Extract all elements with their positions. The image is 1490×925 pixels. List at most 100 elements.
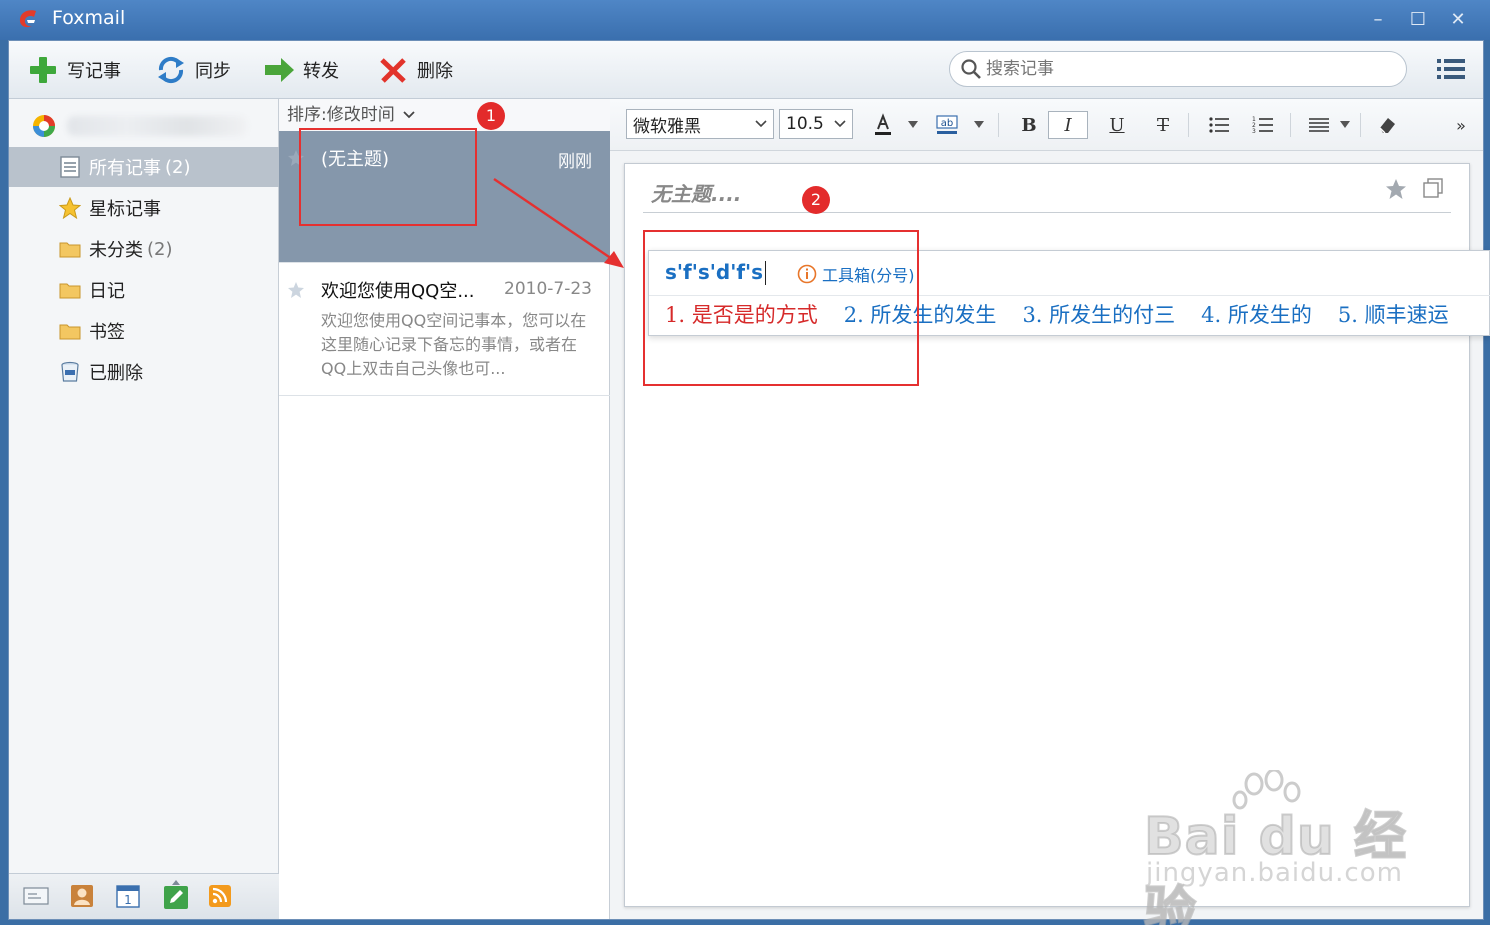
search-input[interactable] [986, 59, 1386, 79]
svg-text:3: 3 [1252, 128, 1256, 135]
font-size-select[interactable]: 10.5 [779, 109, 853, 139]
sidebar-item-starred[interactable]: 星标记事 [9, 188, 279, 228]
bullet-list-button[interactable] [1204, 111, 1234, 139]
align-button[interactable] [1304, 111, 1334, 139]
font-color-button[interactable] [868, 111, 898, 139]
sort-dropdown[interactable]: 排序:修改时间 [279, 99, 610, 131]
sync-icon [158, 56, 184, 84]
search-icon [961, 59, 981, 79]
subject-field[interactable]: 无主题.... [651, 178, 741, 207]
account-row[interactable] [31, 109, 271, 143]
sidebar-item-label: 书签 [89, 322, 125, 343]
qq-space-icon [33, 115, 55, 137]
search-box[interactable] [949, 51, 1407, 87]
close-button[interactable]: ✕ [1444, 8, 1472, 32]
ime-candidate[interactable]: 3. 所发生的付三 [1022, 299, 1175, 331]
note-preview: 欢迎您使用QQ空间记事本，您可以在这里随心记录下备忘的事情，或者在QQ上双击自己… [321, 311, 587, 378]
clear-format-button[interactable] [1372, 111, 1402, 139]
align-dropdown-icon[interactable] [1340, 121, 1350, 129]
note-date: 刚刚 [558, 152, 592, 172]
sidebar-item-count: (2) [165, 156, 191, 178]
chevron-down-icon [755, 120, 767, 128]
font-color-icon [875, 113, 891, 135]
window-title: Foxmail [52, 7, 126, 29]
toolbar-separator [998, 113, 999, 137]
sidebar-item-deleted[interactable]: 已删除 [9, 352, 279, 392]
delete-button[interactable]: 删除 [377, 53, 453, 87]
sync-button[interactable]: 同步 [155, 53, 231, 87]
highlight-icon: ab [936, 115, 958, 134]
svg-text:ab: ab [941, 118, 953, 129]
note-list-icon [60, 156, 80, 178]
star-icon [59, 197, 81, 219]
note-list-item[interactable]: 欢迎您使用QQ空... 2010-7-23 欢迎您使用QQ空间记事本，您可以在这… [279, 263, 610, 396]
annotation-box-1 [299, 128, 477, 226]
format-toolbar: 微软雅黑 10.5 ab B I U T 1 2 3 » [610, 99, 1483, 151]
folder-icon [59, 242, 81, 258]
maximize-button[interactable]: ☐ [1404, 8, 1432, 32]
star-icon[interactable] [1385, 178, 1407, 200]
strikethrough-button[interactable]: T [1148, 111, 1178, 139]
toolbar-separator [1360, 113, 1361, 137]
numbered-list-button[interactable]: 1 2 3 [1248, 111, 1278, 139]
foxmail-logo-icon [19, 10, 36, 28]
sidebar-item-label: 已删除 [89, 363, 143, 384]
menu-list-icon[interactable] [1437, 57, 1465, 81]
baidu-watermark: Bai du 经验 jingyan.baidu.com [1140, 770, 1420, 925]
rss-icon[interactable] [207, 884, 233, 908]
numbered-list-icon: 1 2 3 [1252, 116, 1273, 135]
chevron-down-icon [834, 120, 846, 128]
module-switcher: 1 [9, 873, 279, 919]
sidebar-item-uncategorized[interactable]: 未分类 (2) [9, 229, 279, 269]
highlight-color-button[interactable]: ab [932, 111, 962, 139]
compose-button[interactable]: 写记事 [27, 53, 121, 87]
mail-icon[interactable] [23, 884, 49, 908]
subject-divider [643, 212, 1451, 213]
more-tools-button[interactable]: » [1446, 111, 1476, 139]
title-bar: Foxmail – ☐ ✕ [0, 0, 1490, 40]
sidebar: 所有记事 (2) 星标记事 未分类 (2) 日记 书签 已删除 1 [9, 99, 279, 919]
annotation-box-2 [643, 230, 919, 386]
sort-label: 排序:修改时间 [287, 105, 395, 125]
forward-button[interactable]: 转发 [263, 53, 339, 87]
copy-window-icon[interactable] [1423, 178, 1443, 198]
sidebar-item-bookmarks[interactable]: 书签 [9, 311, 279, 351]
svg-text:1: 1 [124, 893, 132, 907]
ime-candidate[interactable]: 5. 顺丰速运 [1338, 299, 1449, 331]
sync-label: 同步 [195, 61, 231, 82]
ime-candidate[interactable]: 4. 所发生的 [1201, 299, 1312, 331]
watermark-url: jingyan.baidu.com [1146, 858, 1403, 888]
align-justify-icon [1309, 118, 1329, 132]
italic-button[interactable]: I [1048, 111, 1088, 139]
sidebar-item-label: 星标记事 [89, 199, 161, 220]
font-family-select[interactable]: 微软雅黑 [626, 109, 774, 139]
notes-icon[interactable] [161, 880, 191, 910]
annotation-badge-1: 1 [477, 102, 505, 130]
folder-icon [59, 283, 81, 299]
sidebar-item-diary[interactable]: 日记 [9, 270, 279, 310]
contacts-icon[interactable] [69, 884, 95, 908]
minimize-button[interactable]: – [1364, 8, 1392, 32]
font-size-value: 10.5 [786, 114, 824, 134]
sidebar-item-all-notes[interactable]: 所有记事 (2) [9, 147, 279, 187]
delete-x-icon [380, 58, 406, 83]
chevron-down-icon [403, 111, 415, 119]
trash-icon [61, 361, 79, 382]
toolbar-separator [1188, 113, 1189, 137]
annotation-badge-2: 2 [802, 186, 830, 214]
highlight-dropdown-icon[interactable] [974, 121, 984, 129]
plus-icon [30, 57, 56, 83]
sidebar-item-count: (2) [147, 238, 173, 260]
calendar-icon[interactable]: 1 [115, 884, 141, 908]
sidebar-item-label: 日记 [89, 281, 125, 302]
compose-label: 写记事 [67, 61, 121, 82]
account-name-blurred [67, 116, 247, 136]
bullet-list-icon [1209, 117, 1229, 133]
font-family-value: 微软雅黑 [633, 116, 701, 137]
forward-label: 转发 [303, 61, 339, 82]
font-color-dropdown-icon[interactable] [908, 121, 918, 129]
note-title: 欢迎您使用QQ空... [321, 281, 475, 302]
underline-button[interactable]: U [1102, 111, 1132, 139]
star-outline-icon[interactable] [287, 281, 305, 299]
bold-button[interactable]: B [1014, 111, 1044, 139]
